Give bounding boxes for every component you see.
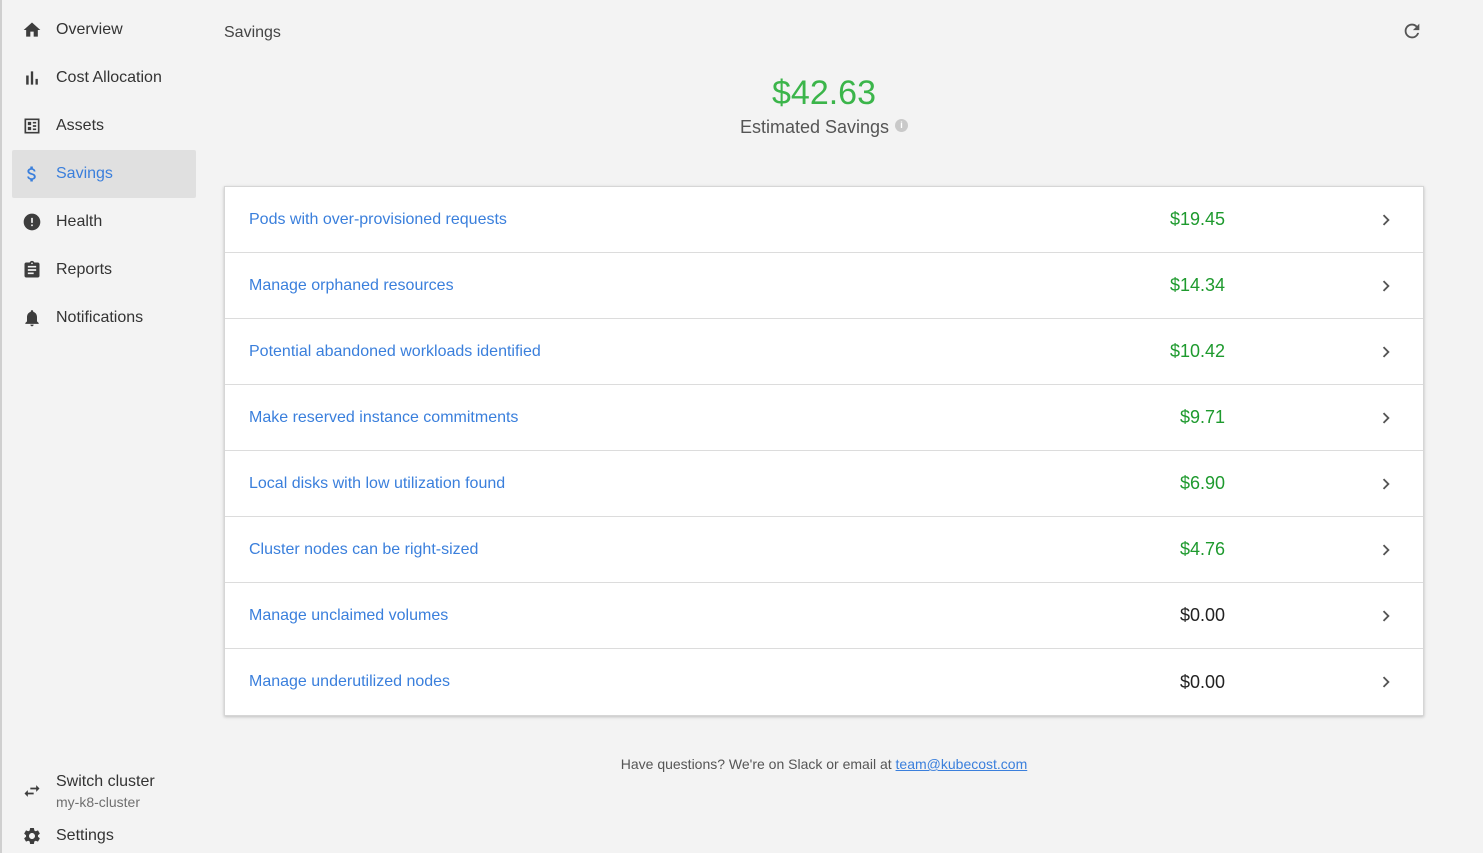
estimated-savings-label: Estimated Savings [739,117,890,137]
savings-row-value: $4.76 [1179,539,1225,559]
refresh-button[interactable] [1400,19,1424,43]
footer-text: Have questions? We're on Slack or email … [620,756,896,772]
swap-icon [22,781,42,801]
chevron-right-icon[interactable] [1375,341,1397,363]
sidebar-bottom: Switch cluster my-k8-cluster Settings [12,768,196,853]
savings-row-value: $19.45 [1169,209,1225,229]
savings-row[interactable]: Manage unclaimed volumes $0.00 [225,583,1423,649]
savings-row-label[interactable]: Manage underutilized nodes [249,673,450,691]
chevron-right-icon[interactable] [1375,275,1397,297]
clipboard-icon [22,260,42,280]
info-icon[interactable]: i [895,118,909,132]
savings-row[interactable]: Manage underutilized nodes $0.00 [225,649,1423,715]
footer: Have questions? We're on Slack or email … [224,756,1424,772]
refresh-icon [1401,20,1423,42]
sidebar-item-settings[interactable]: Settings [12,816,196,853]
savings-row-value: $9.71 [1179,407,1225,427]
sidebar-item-cost-allocation[interactable]: Cost Allocation [12,54,196,102]
chevron-right-icon[interactable] [1375,473,1397,495]
savings-row[interactable]: Pods with over-provisioned requests $19.4… [225,187,1423,253]
sidebar-item-reports[interactable]: Reports [12,246,196,294]
savings-row-label[interactable]: Make reserved instance commitments [249,409,518,427]
savings-row-value: $0.00 [1179,605,1225,625]
cluster-info: Switch cluster my-k8-cluster [56,771,155,811]
savings-row[interactable]: Cluster nodes can be right-sized $4.76 [225,517,1423,583]
sidebar-item-label: Health [56,213,103,230]
assets-icon [22,116,42,136]
sidebar-item-label: Reports [56,261,113,278]
dollar-icon [22,164,42,184]
bell-icon [22,308,42,328]
savings-row-value: $6.90 [1179,473,1225,493]
savings-row-label[interactable]: Manage orphaned resources [249,277,454,295]
savings-row-label[interactable]: Pods with over-provisioned requests [249,211,507,229]
sidebar-item-label: Notifications [56,309,144,326]
chevron-right-icon[interactable] [1375,209,1397,231]
switch-cluster-button[interactable]: Switch cluster my-k8-cluster [12,768,196,814]
support-email-link[interactable]: team@kubecost.com [896,756,1028,772]
page-title: Savings [224,24,281,41]
savings-row-label[interactable]: Cluster nodes can be right-sized [249,541,478,559]
sidebar-item-overview[interactable]: Overview [12,6,196,54]
savings-row[interactable]: Make reserved instance commitments $9.71 [225,385,1423,451]
savings-row-label[interactable]: Manage unclaimed volumes [249,607,448,625]
chevron-right-icon[interactable] [1375,407,1397,429]
sidebar-item-label: Savings [56,165,113,182]
sidebar-item-label: Assets [56,117,105,134]
savings-row[interactable]: Local disks with low utilization found $6… [225,451,1423,517]
alert-icon [22,212,42,232]
sidebar-item-savings[interactable]: Savings [12,150,196,198]
sidebar-item-label: Overview [56,21,123,38]
settings-label: Settings [56,827,114,844]
chevron-right-icon[interactable] [1375,539,1397,561]
switch-cluster-label: Switch cluster [56,773,155,790]
window-edge [0,0,2,853]
estimated-savings-caption: Estimated Savings i [739,114,909,140]
savings-row-value: $10.42 [1169,341,1225,361]
sidebar: Overview Cost Allocation Assets Savings … [12,6,196,342]
cluster-name: my-k8-cluster [56,794,141,810]
savings-row[interactable]: Manage orphaned resources $14.34 [225,253,1423,319]
savings-row-label[interactable]: Local disks with low utilization found [249,475,505,493]
chevron-right-icon[interactable] [1375,605,1397,627]
sidebar-item-notifications[interactable]: Notifications [12,294,196,342]
sidebar-item-assets[interactable]: Assets [12,102,196,150]
sidebar-item-label: Cost Allocation [56,69,162,86]
savings-row[interactable]: Potential abandoned workloads identified… [225,319,1423,385]
bar-chart-icon [22,68,42,88]
savings-row-value: $0.00 [1179,671,1225,692]
chevron-right-icon[interactable] [1375,671,1397,693]
sidebar-item-health[interactable]: Health [12,198,196,246]
gear-icon [22,826,42,846]
estimated-savings-amount: $42.63 [772,74,876,112]
home-icon [22,20,42,40]
savings-row-label[interactable]: Potential abandoned workloads identified [249,343,541,361]
savings-row-value: $14.34 [1169,275,1225,295]
savings-list: Pods with over-provisioned requests $19.4… [224,186,1424,716]
savings-summary: $42.63 Estimated Savings i [224,72,1424,140]
